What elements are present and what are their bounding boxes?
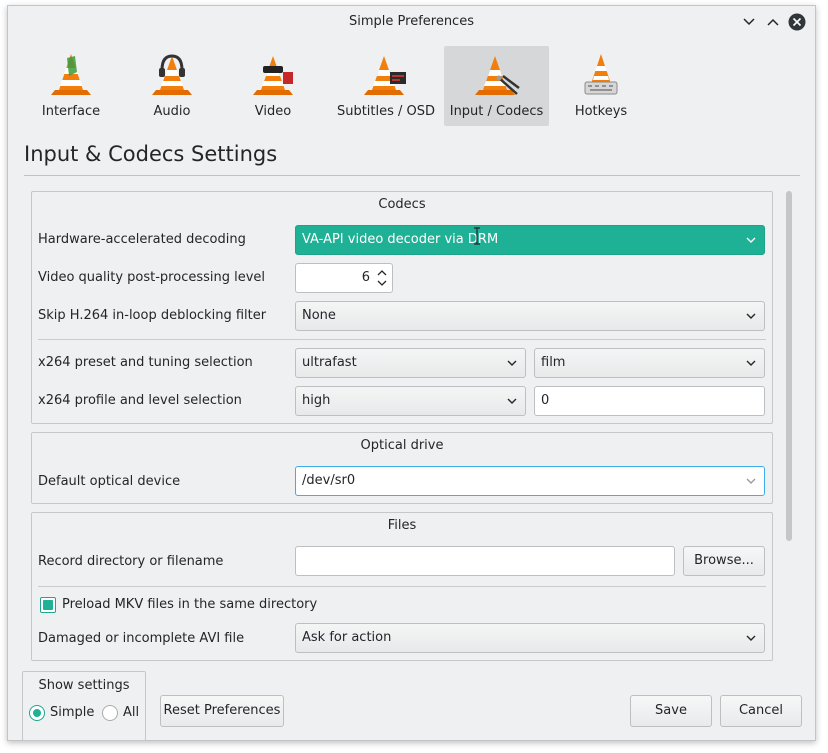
- title-bar[interactable]: Simple Preferences: [8, 6, 815, 38]
- damaged-avi-value: Ask for action: [302, 630, 392, 645]
- damaged-avi-label: Damaged or incomplete AVI file: [38, 631, 245, 646]
- text-cursor-icon: [474, 227, 480, 245]
- skip-filter-value: None: [302, 308, 336, 323]
- x264-tune-select[interactable]: film: [534, 348, 765, 378]
- simple-radio[interactable]: [29, 705, 45, 721]
- optical-device-label: Default optical device: [38, 474, 181, 489]
- vlc-cone-interface-icon: [51, 54, 91, 95]
- reset-preferences-button[interactable]: Reset Preferences: [160, 695, 284, 727]
- hw-decoding-value: VA-API video decoder via DRM: [302, 232, 499, 247]
- tab-hotkeys[interactable]: Hotkeys: [567, 46, 635, 126]
- chevron-down-icon: [746, 237, 756, 243]
- tab-hotkeys-label: Hotkeys: [574, 104, 628, 119]
- x264-tune-value: film: [541, 355, 566, 370]
- optical-drive-group-title: Optical drive: [360, 438, 444, 453]
- vlc-cone-codecs-icon: [474, 56, 520, 95]
- chevron-down-icon: [743, 18, 755, 26]
- chevron-down-icon: [746, 478, 756, 484]
- quality-level-label: Video quality post-processing level: [38, 270, 266, 285]
- record-path-input[interactable]: [295, 546, 675, 576]
- minimize-button[interactable]: [740, 13, 758, 31]
- show-settings-group: Show settings Simple All: [22, 671, 146, 741]
- codecs-group-title: Codecs: [378, 197, 426, 212]
- quality-level-spinbox[interactable]: 6: [295, 263, 393, 293]
- codecs-separator: [38, 339, 766, 340]
- x264-profile-select[interactable]: high: [295, 386, 526, 416]
- x264-level-input[interactable]: 0: [534, 386, 765, 416]
- window-title: Simple Preferences: [349, 14, 474, 29]
- x264-preset-select[interactable]: ultrafast: [295, 348, 526, 378]
- files-group: Files Record directory or filename Brows…: [31, 512, 773, 661]
- vlc-cone-hotkeys-icon: [584, 54, 618, 95]
- x264-profile-label: x264 profile and level selection: [38, 393, 242, 408]
- vlc-cone-video-icon: [253, 56, 293, 95]
- checkbox-checked-mark: [43, 600, 53, 610]
- skip-filter-select[interactable]: None: [295, 301, 765, 331]
- tab-input-codecs[interactable]: Input / Codecs: [444, 46, 549, 126]
- damaged-avi-select[interactable]: Ask for action: [295, 623, 765, 653]
- x264-preset-label: x264 preset and tuning selection: [38, 355, 253, 370]
- tab-video-label: Video: [254, 104, 292, 119]
- maximize-button[interactable]: [764, 13, 782, 31]
- cancel-button[interactable]: Cancel: [720, 695, 802, 727]
- browse-button[interactable]: Browse...: [683, 546, 765, 576]
- page-title: Input & Codecs Settings: [24, 142, 278, 166]
- simple-radio-label[interactable]: Simple: [50, 705, 94, 720]
- close-icon: [788, 13, 806, 31]
- optical-device-combo[interactable]: /dev/sr0: [295, 466, 765, 496]
- chevron-down-icon: [746, 360, 756, 366]
- tab-interface[interactable]: Interface: [33, 46, 109, 126]
- show-settings-title: Show settings: [38, 678, 130, 693]
- preferences-window: Simple Preferences Interface Audio Video…: [7, 5, 816, 741]
- chevron-up-icon: [767, 18, 779, 26]
- chevron-down-icon: [507, 360, 517, 366]
- optical-drive-group: Optical drive Default optical device /de…: [31, 432, 773, 504]
- tab-audio-label: Audio: [153, 104, 191, 119]
- all-radio[interactable]: [102, 705, 118, 721]
- preload-mkv-label[interactable]: Preload MKV files in the same directory: [62, 597, 317, 612]
- vlc-cone-headphones-icon: [152, 54, 192, 95]
- files-group-title: Files: [387, 518, 417, 533]
- tab-interface-label: Interface: [41, 104, 101, 119]
- title-divider: [24, 175, 800, 176]
- vlc-cone-subtitles-icon: [364, 56, 406, 95]
- close-button[interactable]: [788, 13, 806, 31]
- x264-preset-value: ultrafast: [302, 355, 357, 370]
- tab-input-codecs-label: Input / Codecs: [449, 104, 544, 119]
- files-separator: [38, 586, 766, 587]
- preload-mkv-checkbox[interactable]: [40, 597, 56, 613]
- skip-filter-label: Skip H.264 in-loop deblocking filter: [38, 308, 267, 323]
- spin-arrows-icon[interactable]: [376, 267, 388, 289]
- radio-selected-dot: [33, 709, 41, 717]
- save-button[interactable]: Save: [630, 695, 712, 727]
- optical-device-value: /dev/sr0: [302, 473, 356, 488]
- hw-decoding-select[interactable]: VA-API video decoder via DRM: [295, 225, 765, 255]
- tab-subtitles-osd[interactable]: Subtitles / OSD: [331, 46, 441, 126]
- tab-video[interactable]: Video: [242, 46, 304, 126]
- all-radio-label[interactable]: All: [123, 705, 139, 720]
- tab-subtitles-osd-label: Subtitles / OSD: [336, 104, 436, 119]
- chevron-down-icon: [507, 398, 517, 404]
- quality-level-value: 6: [361, 270, 370, 285]
- vertical-scrollbar[interactable]: [786, 191, 792, 541]
- tab-audio[interactable]: Audio: [139, 46, 205, 126]
- x264-profile-value: high: [302, 393, 331, 408]
- codecs-group: Codecs Hardware-accelerated decoding VA-…: [31, 191, 773, 424]
- x264-level-value: 0: [541, 393, 550, 408]
- chevron-down-icon: [746, 313, 756, 319]
- hw-decoding-label: Hardware-accelerated decoding: [38, 232, 246, 247]
- chevron-down-icon: [746, 635, 756, 641]
- record-path-label: Record directory or filename: [38, 554, 224, 569]
